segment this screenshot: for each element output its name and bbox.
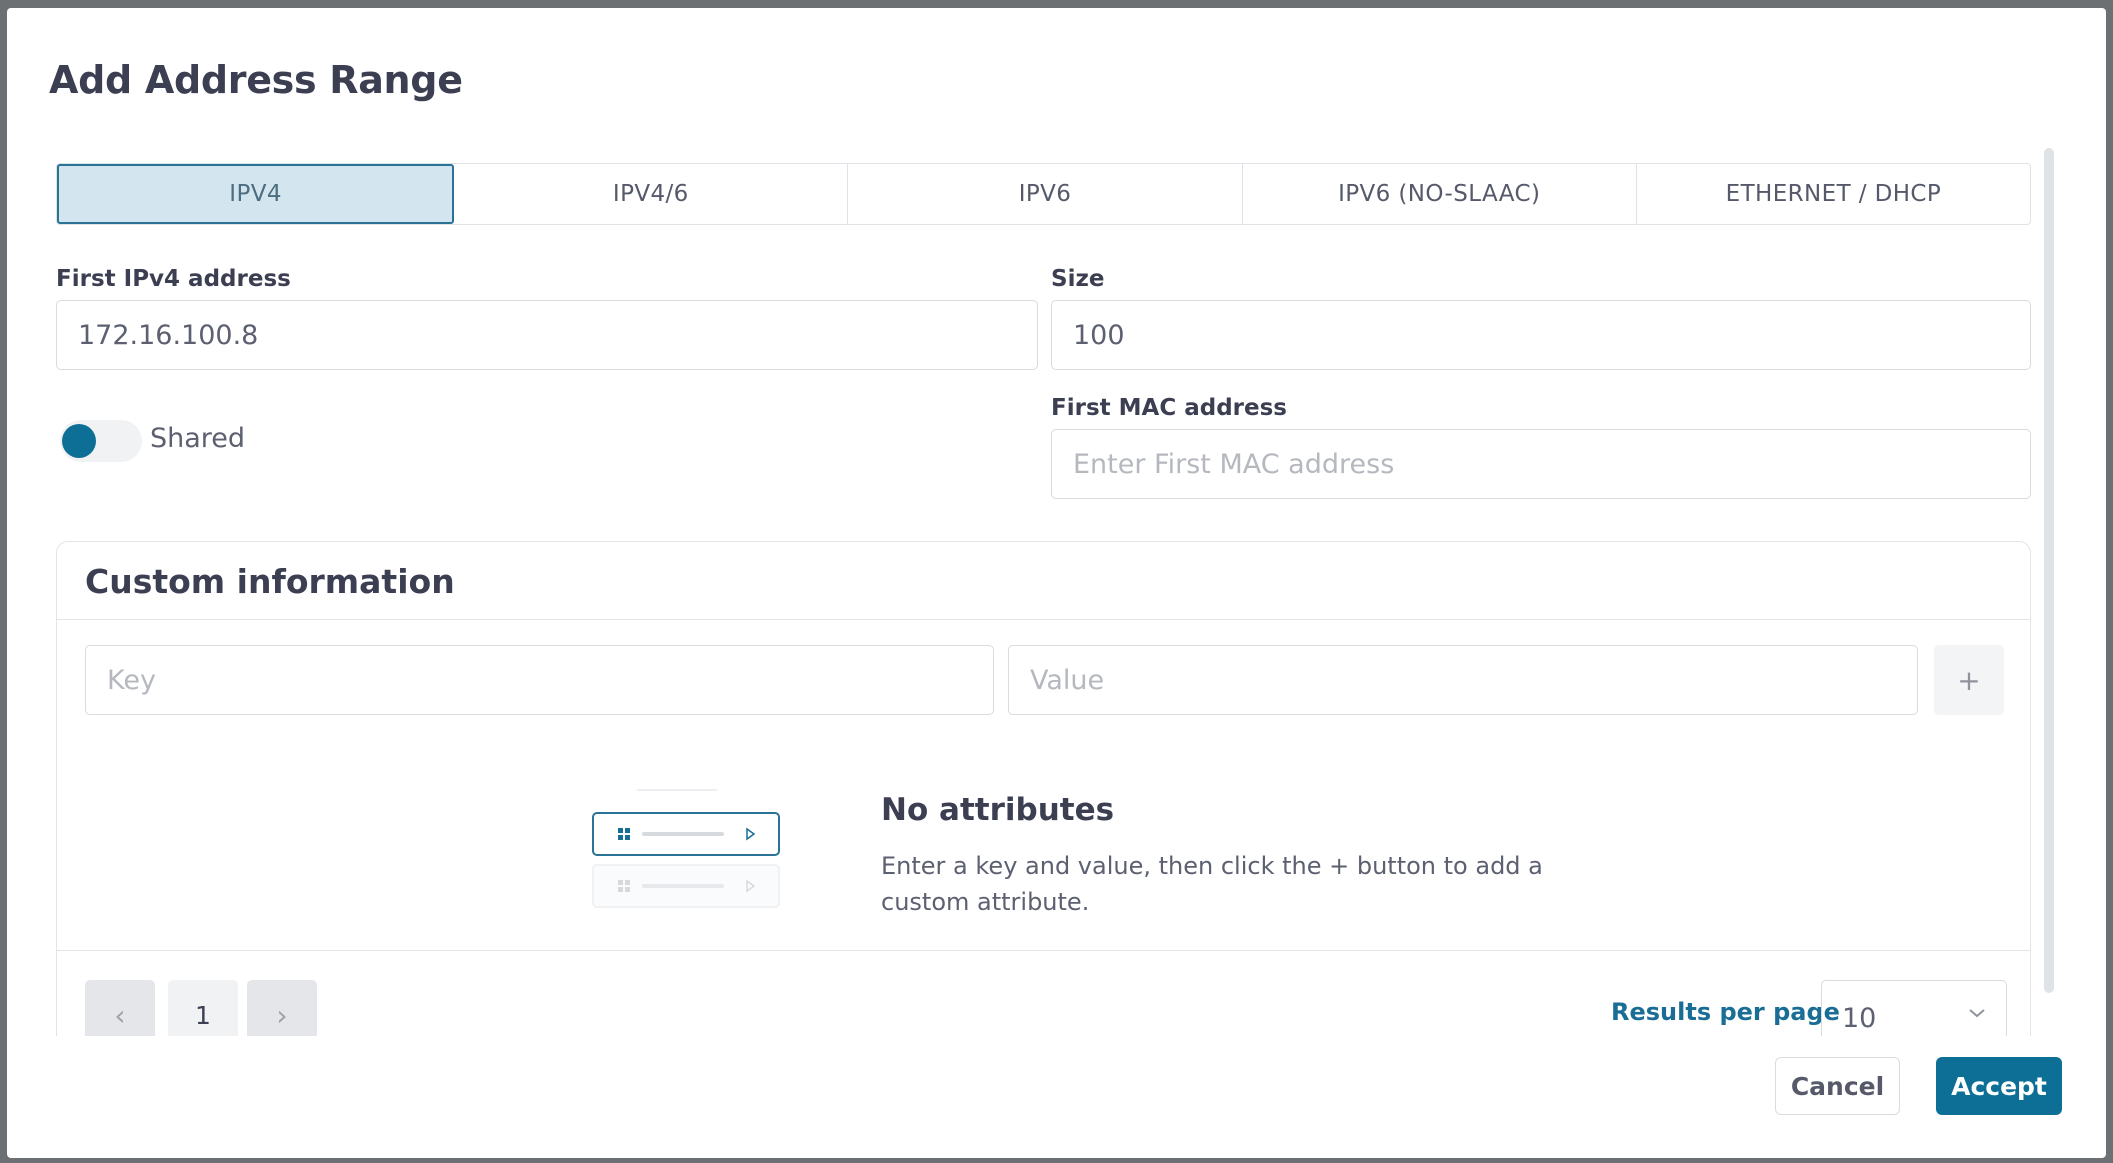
tab-ipv6-no-slaac[interactable]: IPV6 (NO-SLAAC)	[1243, 164, 1637, 224]
card-footer-divider	[57, 950, 2030, 951]
cancel-button[interactable]: Cancel	[1775, 1057, 1900, 1115]
value-input[interactable]: Value	[1008, 645, 1918, 715]
tab-ipv6[interactable]: IPV6	[848, 164, 1243, 224]
custom-information-card: Custom information Key Value + No attrib…	[56, 541, 2031, 1036]
first-mac-label: First MAC address	[1051, 395, 1287, 421]
first-mac-input[interactable]: Enter First MAC address	[1051, 429, 2031, 499]
empty-state-title: No attributes	[881, 792, 1115, 828]
tab-ipv4[interactable]: IPV4	[57, 164, 455, 224]
results-per-page-value: 10	[1842, 1002, 1877, 1034]
results-per-page-label: Results per page	[1611, 998, 1840, 1026]
add-address-range-dialog: Add Address Range IPV4 IPV4/6 IPV6 IPV6 …	[7, 8, 2106, 1158]
dialog-title: Add Address Range	[49, 58, 463, 102]
size-label: Size	[1051, 266, 1105, 292]
page-number-current[interactable]: 1	[168, 980, 238, 1036]
toggle-knob	[62, 424, 96, 458]
first-ip-label: First IPv4 address	[56, 266, 291, 292]
custom-information-title: Custom information	[85, 562, 455, 601]
tab-ethernet-dhcp[interactable]: ETHERNET / DHCP	[1637, 164, 2030, 224]
address-type-tabs: IPV4 IPV4/6 IPV6 IPV6 (NO-SLAAC) ETHERNE…	[56, 163, 2031, 225]
accept-button[interactable]: Accept	[1936, 1057, 2062, 1115]
empty-list-illustration-icon	[592, 789, 780, 908]
tab-ipv4-6[interactable]: IPV4/6	[454, 164, 849, 224]
next-page-button[interactable]: ›	[247, 980, 317, 1036]
dialog-body: Add Address Range IPV4 IPV4/6 IPV6 IPV6 …	[7, 8, 2106, 1036]
card-divider	[57, 619, 2030, 620]
key-input[interactable]: Key	[85, 645, 994, 715]
empty-state-description: Enter a key and value, then click the + …	[881, 852, 1543, 916]
chevron-down-icon	[1969, 1009, 1985, 1018]
size-input[interactable]: 100	[1051, 300, 2031, 370]
first-ip-input[interactable]: 172.16.100.8	[56, 300, 1038, 370]
results-per-page-select[interactable]: 10	[1821, 980, 2007, 1036]
vertical-scrollbar[interactable]	[2044, 148, 2054, 993]
shared-label: Shared	[150, 423, 246, 454]
shared-toggle[interactable]	[60, 420, 142, 462]
add-attribute-button[interactable]: +	[1934, 645, 2004, 715]
previous-page-button[interactable]: ‹	[85, 980, 155, 1036]
